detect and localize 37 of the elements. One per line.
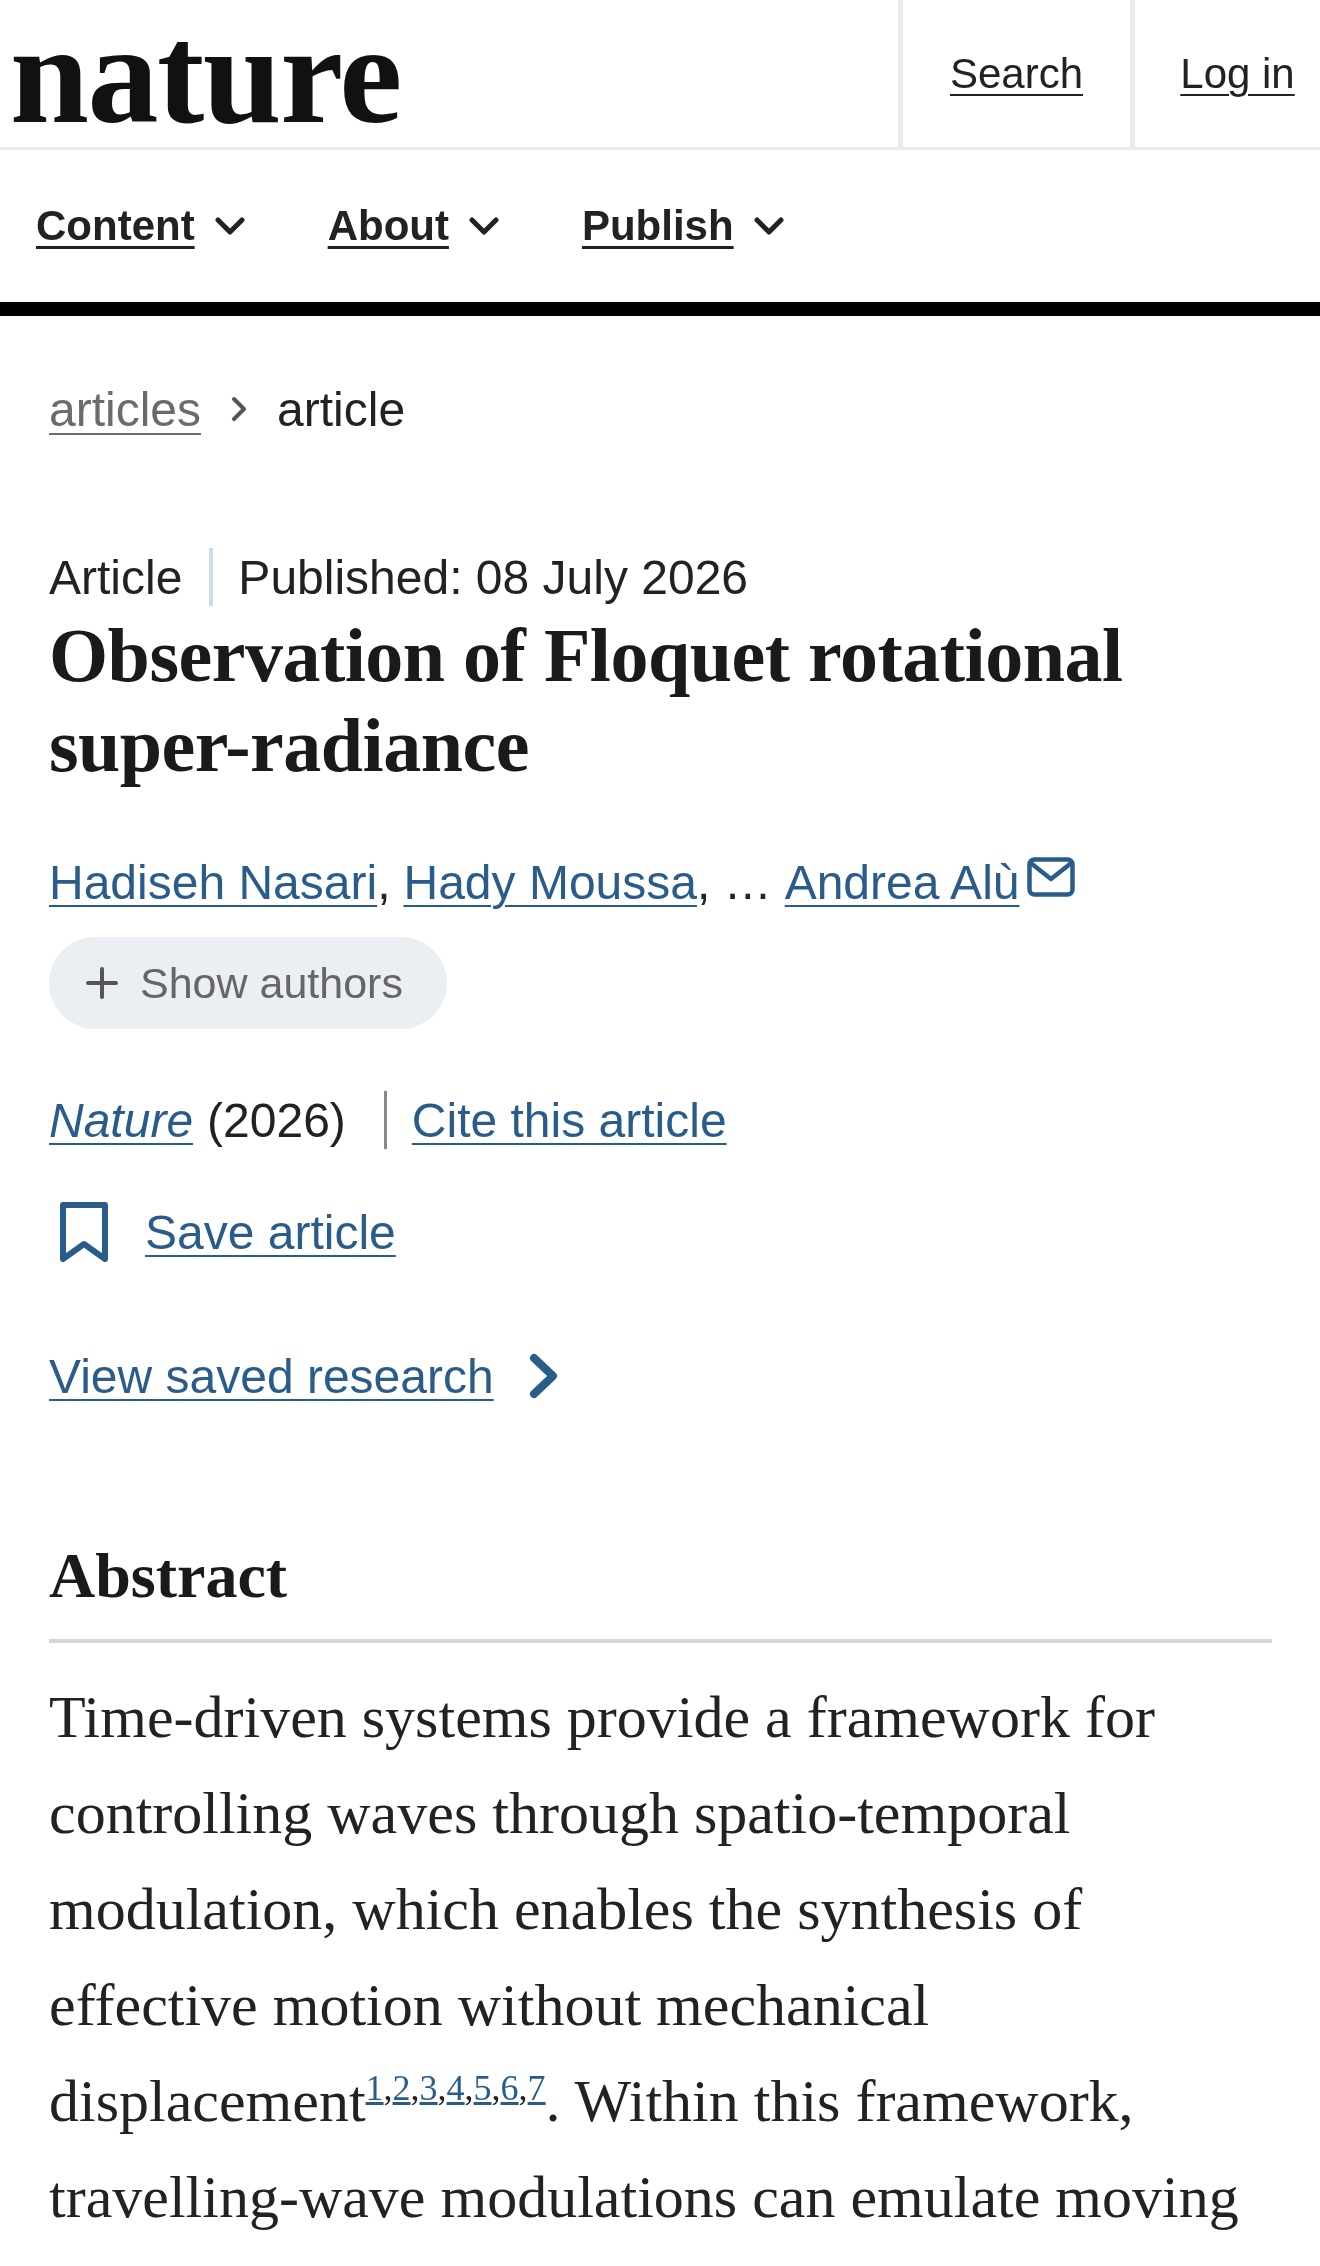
mail-icon[interactable] (1027, 857, 1076, 897)
show-authors-button[interactable]: Show authors (49, 937, 447, 1029)
breadcrumb-current: article (277, 381, 406, 437)
header-link[interactable]: Log in (1180, 49, 1295, 98)
nav-menu-button[interactable]: About (327, 202, 499, 250)
article-type-label: Article (49, 549, 183, 605)
reference-link[interactable]: 3 (419, 2068, 438, 2108)
reference-link[interactable]: 5 (473, 2068, 492, 2108)
author-link[interactable]: Hadiseh Nasari (49, 854, 378, 910)
nature-logo[interactable]: nature (10, 2, 401, 145)
publish-date: Published: 08 July 2026 (238, 549, 749, 605)
publication-year: (2026) (207, 1092, 346, 1148)
breadcrumb-link[interactable]: articles (49, 381, 202, 437)
author-separator: , (377, 854, 391, 910)
author-link[interactable]: Andrea Alù (784, 854, 1020, 910)
chevron-right-icon (527, 1352, 559, 1400)
section-heading: Abstract (49, 1539, 288, 1613)
header-link[interactable]: Search (949, 49, 1084, 98)
reference-link[interactable]: 6 (500, 2068, 519, 2108)
save-article-button[interactable]: Save article (58, 1200, 396, 1264)
article-title: Observation of Floquet rotational super-radiance (49, 612, 1124, 789)
chevron-down-icon (468, 217, 499, 235)
author-link[interactable]: Hady Moussa (403, 854, 697, 910)
reference-link[interactable]: 2 (392, 2068, 411, 2108)
plus-icon (86, 967, 118, 999)
chevron-right-icon (231, 396, 248, 422)
cite-link[interactable]: Cite this article (411, 1092, 727, 1148)
journal-link[interactable]: Nature (49, 1092, 194, 1148)
chevron-down-icon (214, 217, 245, 235)
reference-link[interactable]: 1 (365, 2068, 384, 2108)
author-separator: , … (696, 854, 772, 910)
view-saved-research-link[interactable]: View saved research (49, 1346, 559, 1406)
bookmark-icon (58, 1200, 110, 1264)
nav-menu-button[interactable]: Content (36, 202, 245, 250)
reference-link[interactable]: 7 (527, 2068, 546, 2108)
nav-menu-button[interactable]: Publish (581, 202, 784, 250)
chevron-down-icon (753, 217, 784, 235)
